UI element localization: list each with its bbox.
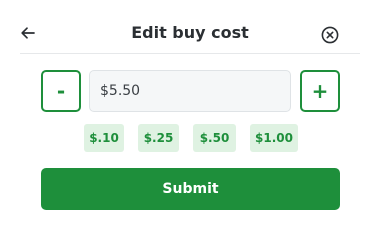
buy-cost-input[interactable] — [89, 70, 291, 112]
quick-amount-chip-25[interactable]: $.25 — [138, 124, 179, 152]
close-circle-icon — [321, 26, 339, 44]
quick-amount-chip-10[interactable]: $.10 — [84, 124, 124, 152]
quick-amount-chip-50[interactable]: $.50 — [193, 124, 236, 152]
quick-amount-chip-100[interactable]: $1.00 — [250, 124, 298, 152]
plus-icon: + — [311, 79, 329, 103]
decrement-button[interactable]: - — [41, 70, 81, 112]
close-button[interactable] — [321, 26, 339, 44]
minus-icon: - — [56, 79, 66, 103]
submit-button[interactable]: Submit — [41, 168, 340, 210]
increment-button[interactable]: + — [300, 70, 340, 112]
